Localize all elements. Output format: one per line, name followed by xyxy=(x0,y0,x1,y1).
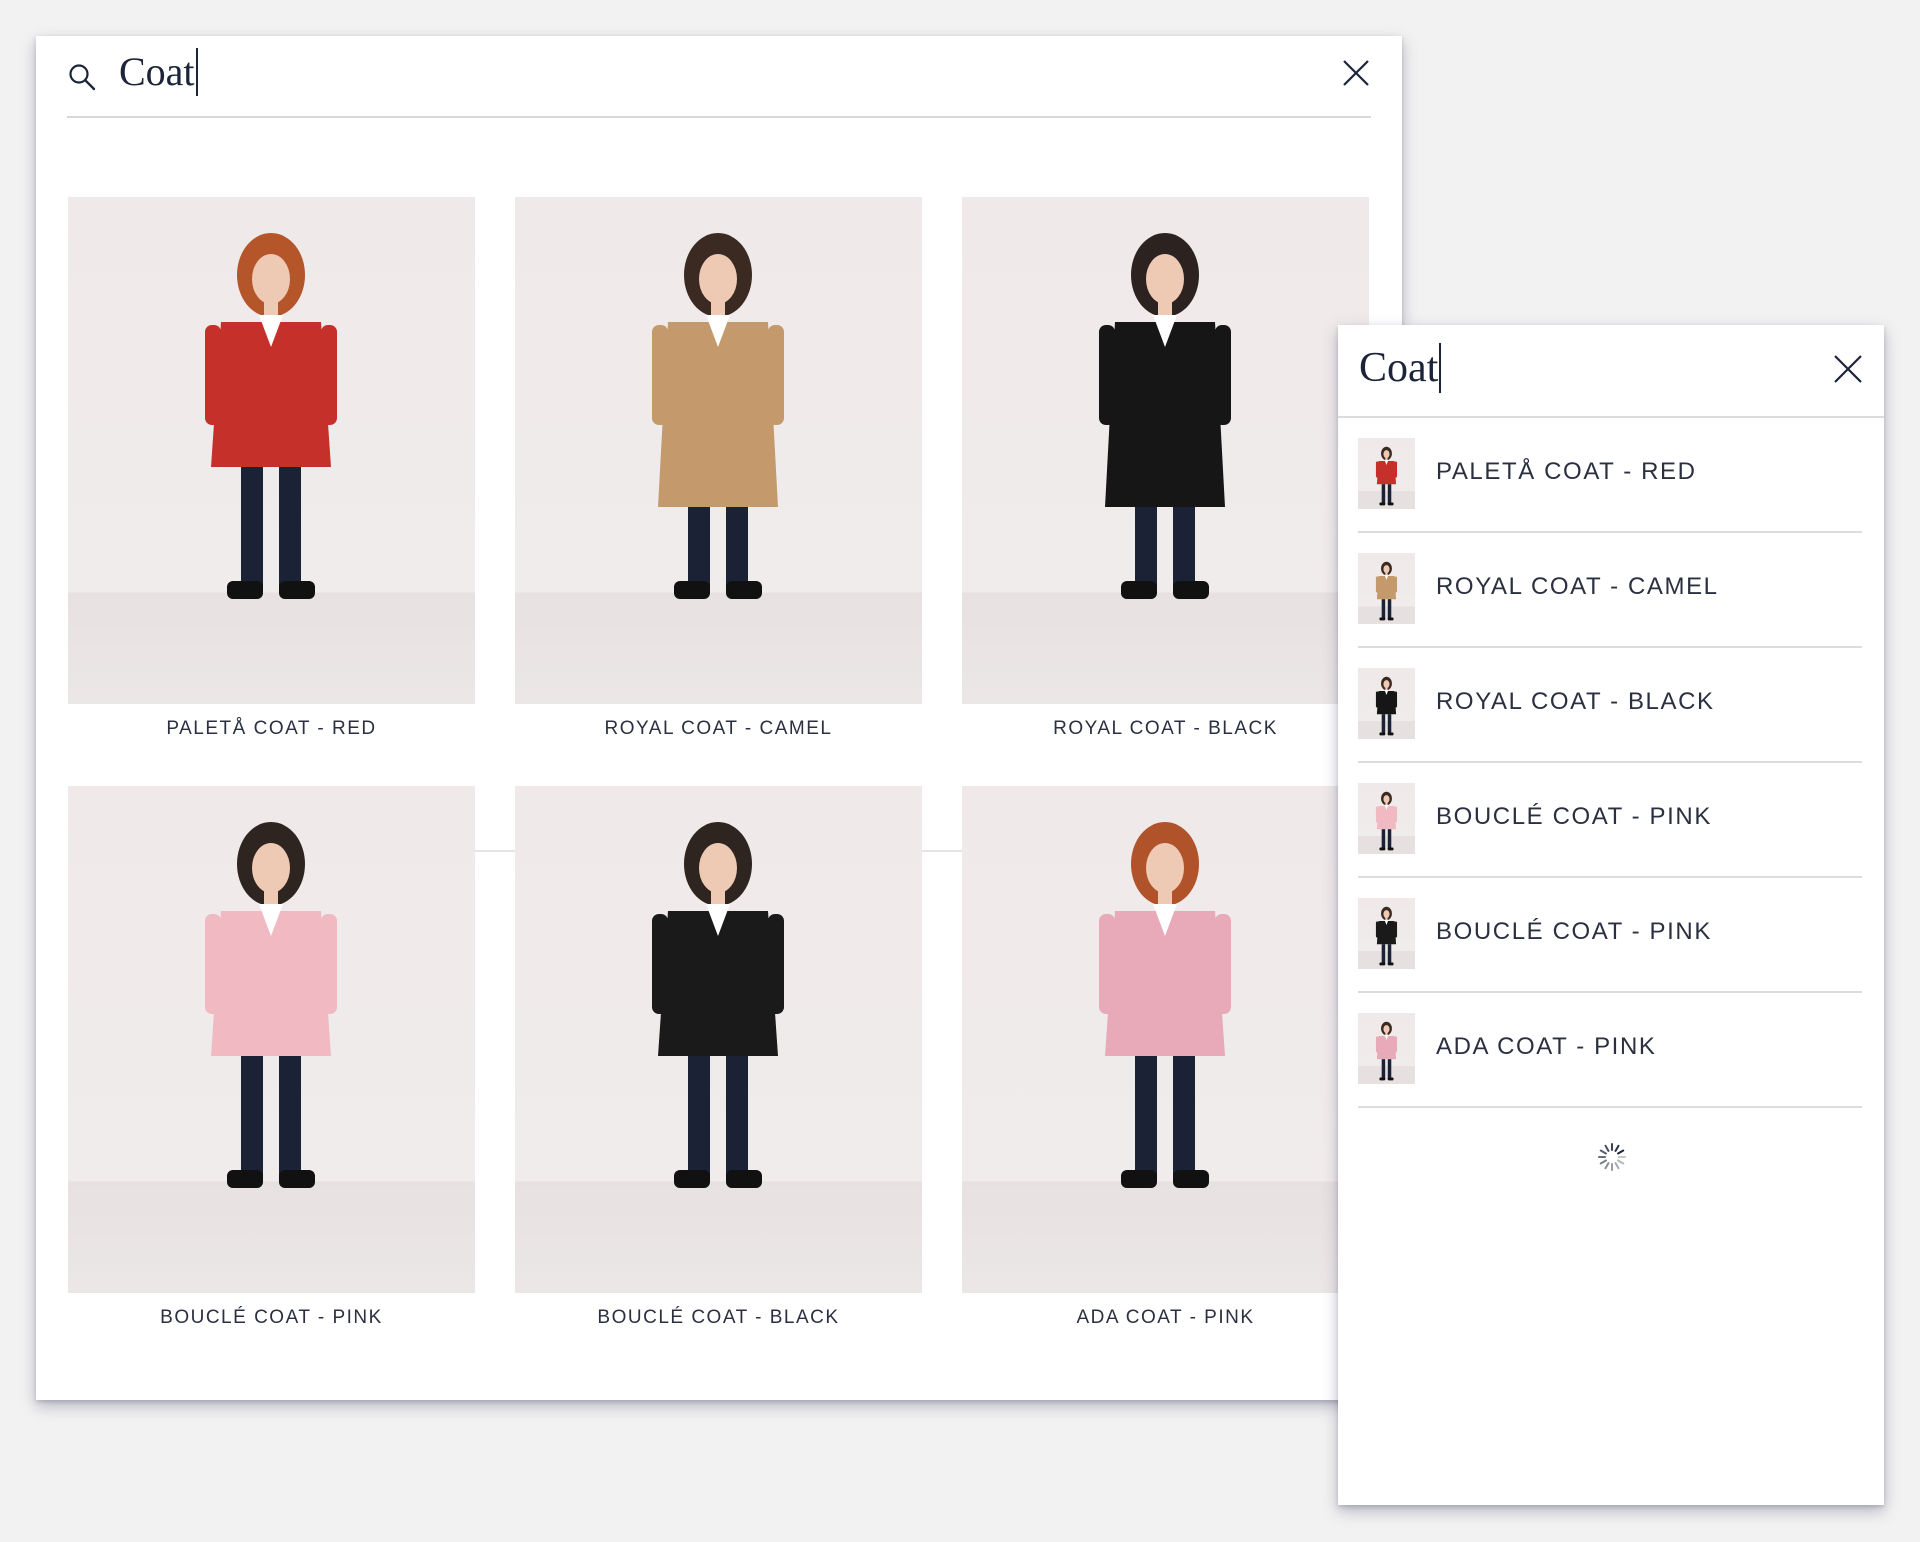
search-result-item[interactable]: ROYAL COAT - CAMEL xyxy=(1358,533,1862,648)
search-result-item[interactable]: BOUCLÉ COAT - PINK xyxy=(1358,763,1862,878)
search-bar[interactable]: Coat xyxy=(67,36,1371,118)
result-thumbnail xyxy=(1358,438,1415,509)
result-thumbnail xyxy=(1358,668,1415,739)
product-card[interactable]: ROYAL COAT - CAMEL xyxy=(515,197,922,740)
product-card[interactable]: BOUCLÉ COAT - BLACK xyxy=(515,786,922,1329)
result-name: ROYAL COAT - BLACK xyxy=(1436,688,1715,715)
result-name: ROYAL COAT - CAMEL xyxy=(1436,573,1719,600)
product-name: PALETÅ COAT - RED xyxy=(166,718,377,739)
result-name: PALETÅ COAT - RED xyxy=(1436,458,1697,485)
product-image xyxy=(962,197,1369,704)
product-image xyxy=(68,786,475,1293)
product-card[interactable]: PALETÅ COAT - RED xyxy=(68,197,475,740)
search-input[interactable]: Coat xyxy=(1359,343,1442,393)
result-thumbnail xyxy=(1358,553,1415,624)
result-thumbnail xyxy=(1358,1013,1415,1084)
search-result-item[interactable]: BOUCLÉ COAT - PINK xyxy=(1358,878,1862,993)
close-icon[interactable] xyxy=(1832,353,1864,385)
search-result-item[interactable]: ROYAL COAT - BLACK xyxy=(1358,648,1862,763)
product-name: BOUCLÉ COAT - BLACK xyxy=(597,1307,840,1328)
product-name: BOUCLÉ COAT - PINK xyxy=(160,1307,383,1328)
search-results-list: PALETÅ COAT - RED ROYAL COAT - CAMEL ROY… xyxy=(1358,418,1862,1108)
product-name: ROYAL COAT - CAMEL xyxy=(604,718,833,739)
product-card[interactable]: BOUCLÉ COAT - PINK xyxy=(68,786,475,1329)
loading-spinner-icon xyxy=(1598,1143,1626,1171)
search-bar[interactable]: Coat xyxy=(1338,325,1884,418)
result-name: BOUCLÉ COAT - PINK xyxy=(1436,803,1712,830)
search-icon xyxy=(69,64,96,91)
search-input[interactable]: Coat xyxy=(119,48,198,96)
product-image xyxy=(962,786,1369,1293)
product-card[interactable]: ROYAL COAT - BLACK xyxy=(962,197,1369,740)
search-result-item[interactable]: PALETÅ COAT - RED xyxy=(1358,418,1862,533)
desktop-search-panel: Coat PALETÅ COAT - RED ROYAL COAT - CAME… xyxy=(36,36,1402,1400)
product-card[interactable]: ADA COAT - PINK xyxy=(962,786,1369,1329)
mobile-search-panel: Coat PALETÅ COAT - RED ROYAL COAT - CAME… xyxy=(1338,325,1884,1505)
product-name: ADA COAT - PINK xyxy=(1076,1307,1255,1328)
product-image xyxy=(515,786,922,1293)
product-name: ROYAL COAT - BLACK xyxy=(1053,718,1278,739)
result-thumbnail xyxy=(1358,898,1415,969)
product-image xyxy=(68,197,475,704)
search-result-item[interactable]: ADA COAT - PINK xyxy=(1358,993,1862,1108)
result-name: BOUCLÉ COAT - PINK xyxy=(1436,918,1712,945)
result-thumbnail xyxy=(1358,783,1415,854)
product-image xyxy=(515,197,922,704)
close-icon[interactable] xyxy=(1341,58,1371,88)
result-name: ADA COAT - PINK xyxy=(1436,1033,1657,1060)
